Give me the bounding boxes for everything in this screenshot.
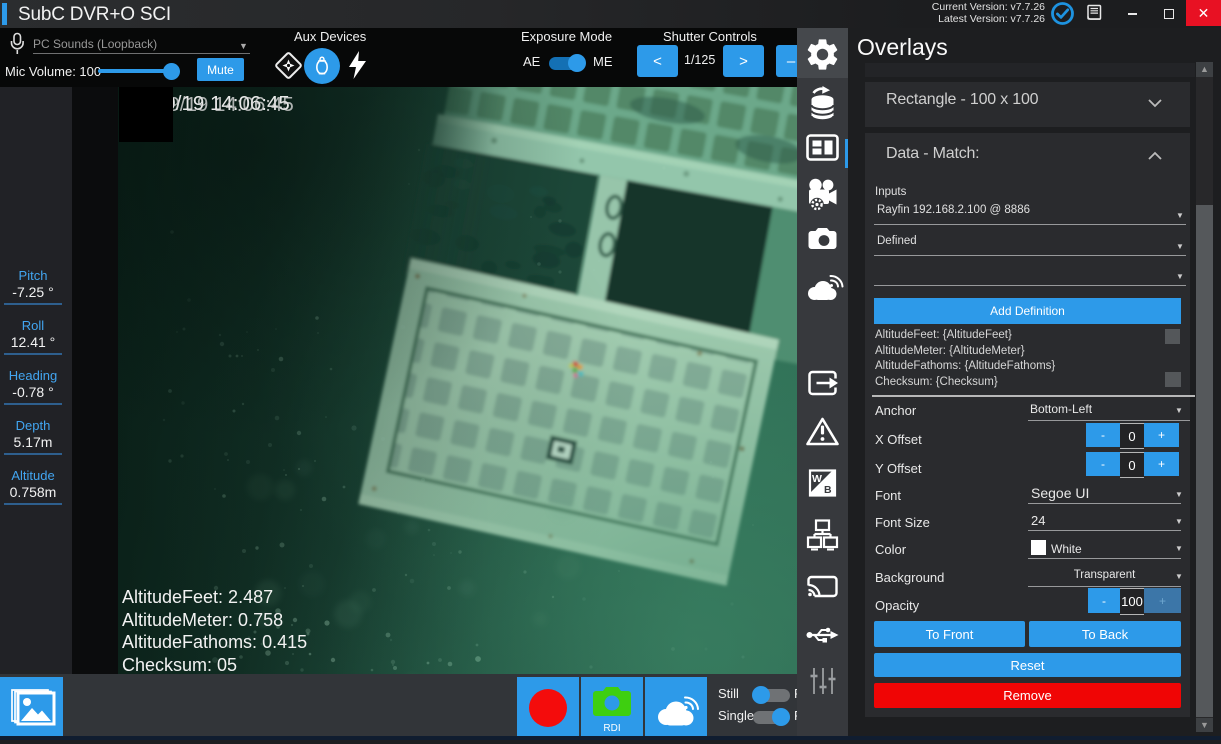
svg-text:W: W bbox=[812, 473, 822, 485]
svg-text:AltitudeFathoms: 0.415: AltitudeFathoms: 0.415 bbox=[122, 632, 307, 652]
svg-text:B: B bbox=[824, 484, 832, 496]
svg-text:Checksum: 05: Checksum: 05 bbox=[122, 655, 237, 674]
svg-text:AltitudeFeet: 2.487: AltitudeFeet: 2.487 bbox=[122, 587, 273, 607]
svg-text:09/19 14:06:45: 09/19 14:06:45 bbox=[157, 93, 294, 116]
svg-text:AltitudeMeter: 0.758: AltitudeMeter: 0.758 bbox=[122, 610, 283, 630]
